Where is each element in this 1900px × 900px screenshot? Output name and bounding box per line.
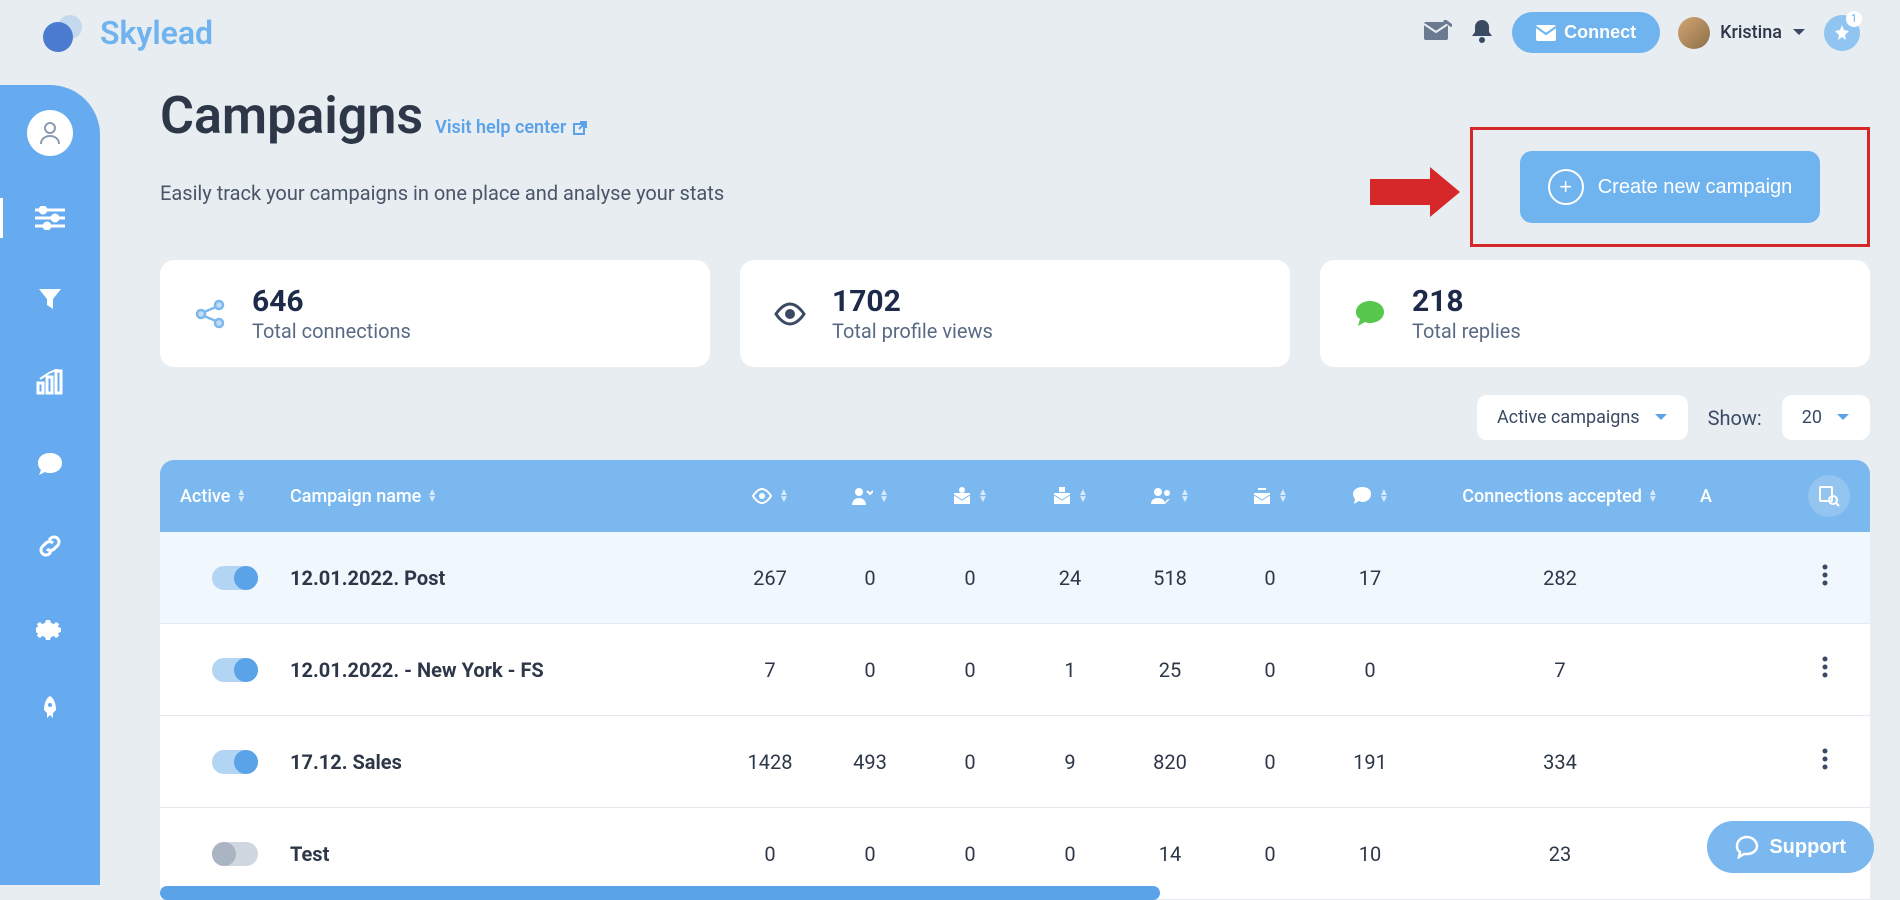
- sidebar-analytics[interactable]: [30, 362, 70, 402]
- campaign-name: Test: [290, 842, 720, 866]
- chevron-down-icon: [1836, 413, 1850, 423]
- connect-button[interactable]: Connect: [1512, 12, 1660, 53]
- campaign-filter-dropdown[interactable]: Active campaigns: [1477, 395, 1688, 440]
- toggle-active[interactable]: [212, 658, 258, 682]
- table-row[interactable]: 12.01.2022. - New York - FS 7 0 0 1 25 0…: [160, 624, 1870, 716]
- stat-label: Total profile views: [832, 319, 993, 343]
- toggle-active[interactable]: [212, 750, 258, 774]
- share-icon: [190, 294, 230, 334]
- row-menu-button[interactable]: [1800, 748, 1850, 775]
- sidebar-filters[interactable]: [30, 198, 70, 238]
- eye-icon: [770, 294, 810, 334]
- campaigns-table: Active▲▼ Campaign name▲▼ ▲▼ ▲▼ ▲▼ ▲▼ ▲▼ …: [160, 460, 1870, 900]
- col-messages-icon[interactable]: ▲▼: [1320, 486, 1420, 506]
- envelope-icon: [1536, 25, 1556, 41]
- stat-connections: 646 Total connections: [160, 260, 710, 367]
- col-extra[interactable]: A: [1700, 486, 1760, 507]
- stat-label: Total replies: [1412, 319, 1521, 343]
- create-campaign-highlight: + Create new campaign: [1470, 127, 1870, 247]
- main-content: Campaigns Visit help center Easily track…: [160, 85, 1870, 891]
- show-label: Show:: [1708, 406, 1762, 430]
- sidebar: [0, 85, 100, 885]
- plus-icon: +: [1548, 169, 1584, 205]
- col-follow-icon[interactable]: ▲▼: [820, 486, 920, 506]
- col-people-icon[interactable]: ▲▼: [1120, 487, 1220, 505]
- top-header: Skylead Connect Kristina: [0, 0, 1900, 65]
- sidebar-link[interactable]: [30, 526, 70, 566]
- user-name: Kristina: [1720, 22, 1782, 43]
- stat-value: 1702: [832, 284, 993, 319]
- arrow-annotation: [1370, 167, 1460, 221]
- stats-row: 646 Total connections 1702 Total profile…: [160, 260, 1870, 367]
- stat-profile-views: 1702 Total profile views: [740, 260, 1290, 367]
- stat-value: 646: [252, 284, 411, 319]
- col-inbox3-icon[interactable]: ▲▼: [1220, 486, 1320, 506]
- col-views-icon[interactable]: ▲▼: [720, 488, 820, 504]
- chat-icon: [1350, 294, 1390, 334]
- logo-icon: [40, 13, 90, 53]
- bell-icon[interactable]: [1470, 18, 1494, 48]
- page-size-dropdown[interactable]: 20: [1782, 395, 1870, 440]
- sidebar-profile[interactable]: [27, 110, 73, 156]
- toggle-active[interactable]: [212, 842, 258, 866]
- sidebar-chat[interactable]: [30, 444, 70, 484]
- sidebar-settings[interactable]: [30, 608, 70, 648]
- external-link-icon: [572, 120, 588, 136]
- row-menu-button[interactable]: [1800, 656, 1850, 683]
- horizontal-scrollbar[interactable]: [160, 886, 1160, 900]
- chevron-down-icon: [1792, 28, 1806, 38]
- table-search-button[interactable]: [1808, 475, 1850, 517]
- envelope-icon[interactable]: [1424, 20, 1452, 46]
- chevron-down-icon: [1654, 413, 1668, 423]
- stat-label: Total connections: [252, 319, 411, 343]
- stat-value: 218: [1412, 284, 1521, 319]
- toggle-active[interactable]: [212, 566, 258, 590]
- col-inbox2-icon[interactable]: ▲▼: [1020, 486, 1120, 506]
- filter-row: Active campaigns Show: 20: [160, 395, 1870, 440]
- col-inbox1-icon[interactable]: ▲▼: [920, 486, 1020, 506]
- sidebar-funnel[interactable]: [30, 280, 70, 320]
- campaign-name: 12.01.2022. Post: [290, 566, 720, 590]
- col-connections-accepted[interactable]: Connections accepted▲▼: [1420, 486, 1700, 507]
- connect-label: Connect: [1564, 22, 1636, 43]
- sidebar-rocket[interactable]: [30, 690, 70, 730]
- col-name[interactable]: Campaign name▲▼: [290, 486, 720, 507]
- avatar: [1678, 17, 1710, 49]
- table-row[interactable]: 12.01.2022. Post 267 0 0 24 518 0 17 282: [160, 532, 1870, 624]
- brand-name: Skylead: [100, 14, 213, 52]
- user-menu[interactable]: Kristina: [1678, 17, 1806, 49]
- campaign-name: 12.01.2022. - New York - FS: [290, 658, 720, 682]
- col-active[interactable]: Active▲▼: [180, 486, 290, 507]
- row-menu-button[interactable]: [1800, 564, 1850, 591]
- notification-badge[interactable]: [1824, 15, 1860, 51]
- support-button[interactable]: Support: [1707, 821, 1874, 873]
- help-link[interactable]: Visit help center: [435, 117, 588, 138]
- logo[interactable]: Skylead: [40, 13, 213, 53]
- table-row[interactable]: 17.12. Sales 1428 493 0 9 820 0 191 334: [160, 716, 1870, 808]
- stat-replies: 218 Total replies: [1320, 260, 1870, 367]
- page-title: Campaigns: [160, 85, 423, 146]
- create-campaign-button[interactable]: + Create new campaign: [1520, 151, 1821, 223]
- table-header: Active▲▼ Campaign name▲▼ ▲▼ ▲▼ ▲▼ ▲▼ ▲▼ …: [160, 460, 1870, 532]
- chat-icon: [1735, 835, 1759, 859]
- campaign-name: 17.12. Sales: [290, 750, 720, 774]
